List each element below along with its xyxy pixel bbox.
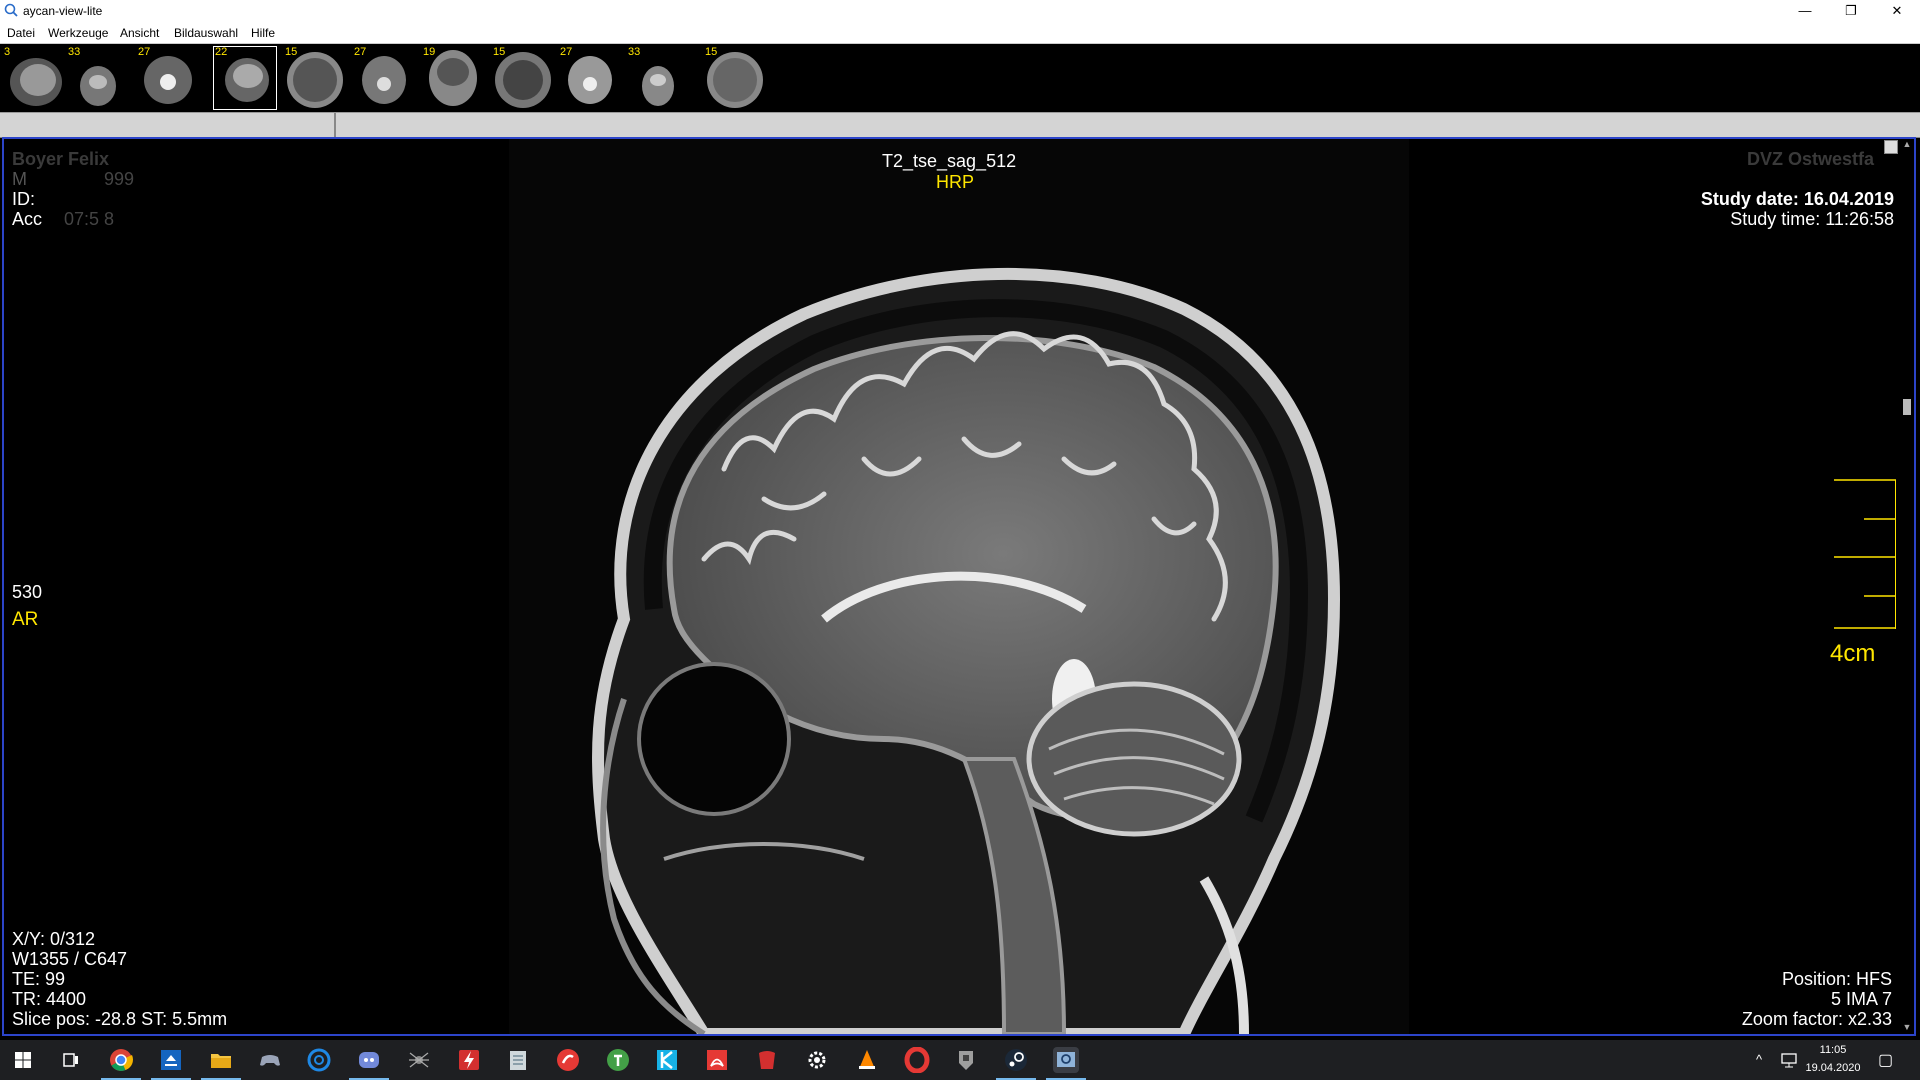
patient-info-suffix: 999 bbox=[104, 169, 135, 189]
image-viewport[interactable]: T2_tse_sag_512 HRP Boyer Felix M 999 ID:… bbox=[2, 137, 1916, 1036]
menu-bar: Datei Werkzeuge Ansicht Bildauswahl Hilf… bbox=[0, 22, 1920, 44]
window-level: W1355 / C647 bbox=[12, 949, 128, 969]
clock-date[interactable]: 19.04.2020 bbox=[1802, 1062, 1864, 1074]
kodi-icon[interactable] bbox=[654, 1047, 680, 1073]
echo-time: TE: 99 bbox=[12, 969, 66, 989]
scroll-thumb[interactable] bbox=[1903, 399, 1911, 415]
study-date: Study date: 16.04.2019 bbox=[1700, 189, 1894, 209]
thumbnail-count: 27 bbox=[560, 46, 573, 58]
cursor-xy: X/Y: 0/312 bbox=[12, 929, 96, 949]
thumbnail-count: 27 bbox=[354, 46, 367, 58]
thumbnail-count: 15 bbox=[285, 46, 298, 58]
windows-taskbar: ^ 11:05 19.04.2020 ▢ bbox=[0, 1040, 1920, 1080]
series-thumbnail-strip: 3 33 27 22 15 27 19 15 27 33 15 bbox=[0, 44, 1920, 112]
left-slice-number: 530 bbox=[12, 582, 43, 602]
patient-position: Position: HFS bbox=[1781, 969, 1892, 989]
vlc-icon[interactable] bbox=[854, 1047, 880, 1073]
image-index: 5 IMA 7 bbox=[1830, 989, 1892, 1009]
close-button[interactable]: ✕ bbox=[1874, 0, 1920, 22]
institution-name: DVZ Ostwestfa bbox=[1746, 149, 1874, 169]
clock-time[interactable]: 11:05 bbox=[1806, 1044, 1860, 1056]
scroll-down-arrow-icon[interactable]: ▼ bbox=[1901, 1022, 1913, 1034]
status-strip bbox=[0, 112, 1920, 138]
discord-icon[interactable] bbox=[356, 1047, 382, 1073]
minimize-button[interactable]: — bbox=[1782, 0, 1828, 22]
series-thumbnail-2[interactable]: 33 bbox=[66, 46, 130, 110]
series-thumbnail-10[interactable]: 33 bbox=[626, 46, 690, 110]
tank-game-icon[interactable] bbox=[953, 1047, 979, 1073]
menu-hilfe[interactable]: Hilfe bbox=[251, 26, 275, 40]
spider-icon[interactable] bbox=[406, 1047, 432, 1073]
notepad-icon[interactable] bbox=[505, 1047, 531, 1073]
thumbnail-count: 15 bbox=[705, 46, 718, 58]
settings-gear-icon[interactable] bbox=[804, 1047, 830, 1073]
accession-label: Acc bbox=[12, 209, 43, 229]
scale-label: 4cm bbox=[1830, 640, 1876, 667]
patient-id-label: ID: bbox=[12, 189, 36, 209]
opera-icon[interactable] bbox=[904, 1047, 930, 1073]
repetition-time: TR: 4400 bbox=[12, 989, 87, 1009]
file-explorer-icon[interactable] bbox=[208, 1047, 234, 1073]
series-thumbnail-8[interactable]: 15 bbox=[491, 46, 555, 110]
mri-sagittal-image[interactable] bbox=[4, 139, 1904, 1034]
window-title: aycan-view-lite bbox=[23, 4, 103, 18]
series-thumbnail-3[interactable]: 27 bbox=[136, 46, 200, 110]
zoom-factor: Zoom factor: x2.33 bbox=[1741, 1009, 1892, 1029]
patient-name: Boyer Felix bbox=[12, 149, 110, 169]
splitter[interactable] bbox=[334, 113, 336, 137]
thumbnail-image bbox=[10, 58, 62, 106]
thumbnail-count: 19 bbox=[423, 46, 436, 58]
thumbnail-count: 22 bbox=[215, 46, 228, 58]
series-thumbnail-6[interactable]: 27 bbox=[352, 46, 416, 110]
patient-info-prefix: M bbox=[12, 169, 27, 189]
menu-werkzeuge[interactable]: Werkzeuge bbox=[48, 26, 108, 40]
thumbnail-count: 15 bbox=[493, 46, 506, 58]
series-thumbnail-5[interactable]: 15 bbox=[283, 46, 347, 110]
title-bar: aycan-view-lite — ❐ ✕ bbox=[0, 0, 1920, 22]
distance-scale bbox=[1834, 479, 1896, 629]
gamepad-icon[interactable] bbox=[257, 1047, 283, 1073]
series-thumbnail-4[interactable]: 22 bbox=[213, 46, 277, 110]
red-app-icon[interactable] bbox=[754, 1047, 780, 1073]
orientation-left-label: AR bbox=[12, 609, 39, 630]
series-description: T2_tse_sag_512 bbox=[882, 151, 1017, 171]
torrent-icon[interactable] bbox=[605, 1047, 631, 1073]
thumbnail-count: 27 bbox=[138, 46, 151, 58]
steam-icon[interactable] bbox=[1003, 1047, 1029, 1073]
thumbnail-count: 3 bbox=[4, 46, 11, 58]
accession-value: 07:5 8 bbox=[64, 209, 115, 229]
aycan-view-taskbar-icon[interactable] bbox=[1053, 1047, 1079, 1073]
network-icon[interactable] bbox=[1780, 1052, 1798, 1068]
scroll-up-arrow-icon[interactable]: ▲ bbox=[1901, 139, 1913, 151]
thumbnail-count: 33 bbox=[628, 46, 641, 58]
viewport-corner-toggle[interactable] bbox=[1884, 140, 1898, 154]
series-thumbnail-9[interactable]: 27 bbox=[558, 46, 622, 110]
menu-bildauswahl[interactable]: Bildauswahl bbox=[174, 26, 238, 40]
acrobat-icon[interactable] bbox=[704, 1047, 730, 1073]
uplay-icon[interactable] bbox=[306, 1047, 332, 1073]
task-view-icon[interactable] bbox=[58, 1047, 84, 1073]
thumbnail-count: 33 bbox=[68, 46, 81, 58]
windows-start-icon[interactable] bbox=[10, 1047, 36, 1073]
series-thumbnail-7[interactable]: 19 bbox=[421, 46, 485, 110]
aycan-app-icon bbox=[4, 3, 18, 17]
menu-ansicht[interactable]: Ansicht bbox=[120, 26, 159, 40]
lightning-icon[interactable] bbox=[456, 1047, 482, 1073]
menu-datei[interactable]: Datei bbox=[7, 26, 35, 40]
orientation-top-label: HRP bbox=[936, 172, 975, 192]
study-time: Study time: 11:26:58 bbox=[1730, 209, 1894, 229]
series-thumbnail-11[interactable]: 15 bbox=[703, 46, 767, 110]
series-thumbnail-1[interactable]: 3 bbox=[2, 46, 66, 110]
download-manager-icon[interactable] bbox=[158, 1047, 184, 1073]
shield-app-icon[interactable] bbox=[555, 1047, 581, 1073]
restore-button[interactable]: ❐ bbox=[1828, 0, 1874, 22]
slice-position: Slice pos: -28.8 ST: 5.5mm bbox=[12, 1009, 228, 1029]
chrome-icon[interactable] bbox=[108, 1047, 134, 1073]
notification-center-icon[interactable]: ▢ bbox=[1878, 1050, 1893, 1070]
tray-chevron-icon[interactable]: ^ bbox=[1756, 1052, 1762, 1067]
vertical-scrollbar[interactable]: ▲ ▼ bbox=[1900, 139, 1914, 1034]
